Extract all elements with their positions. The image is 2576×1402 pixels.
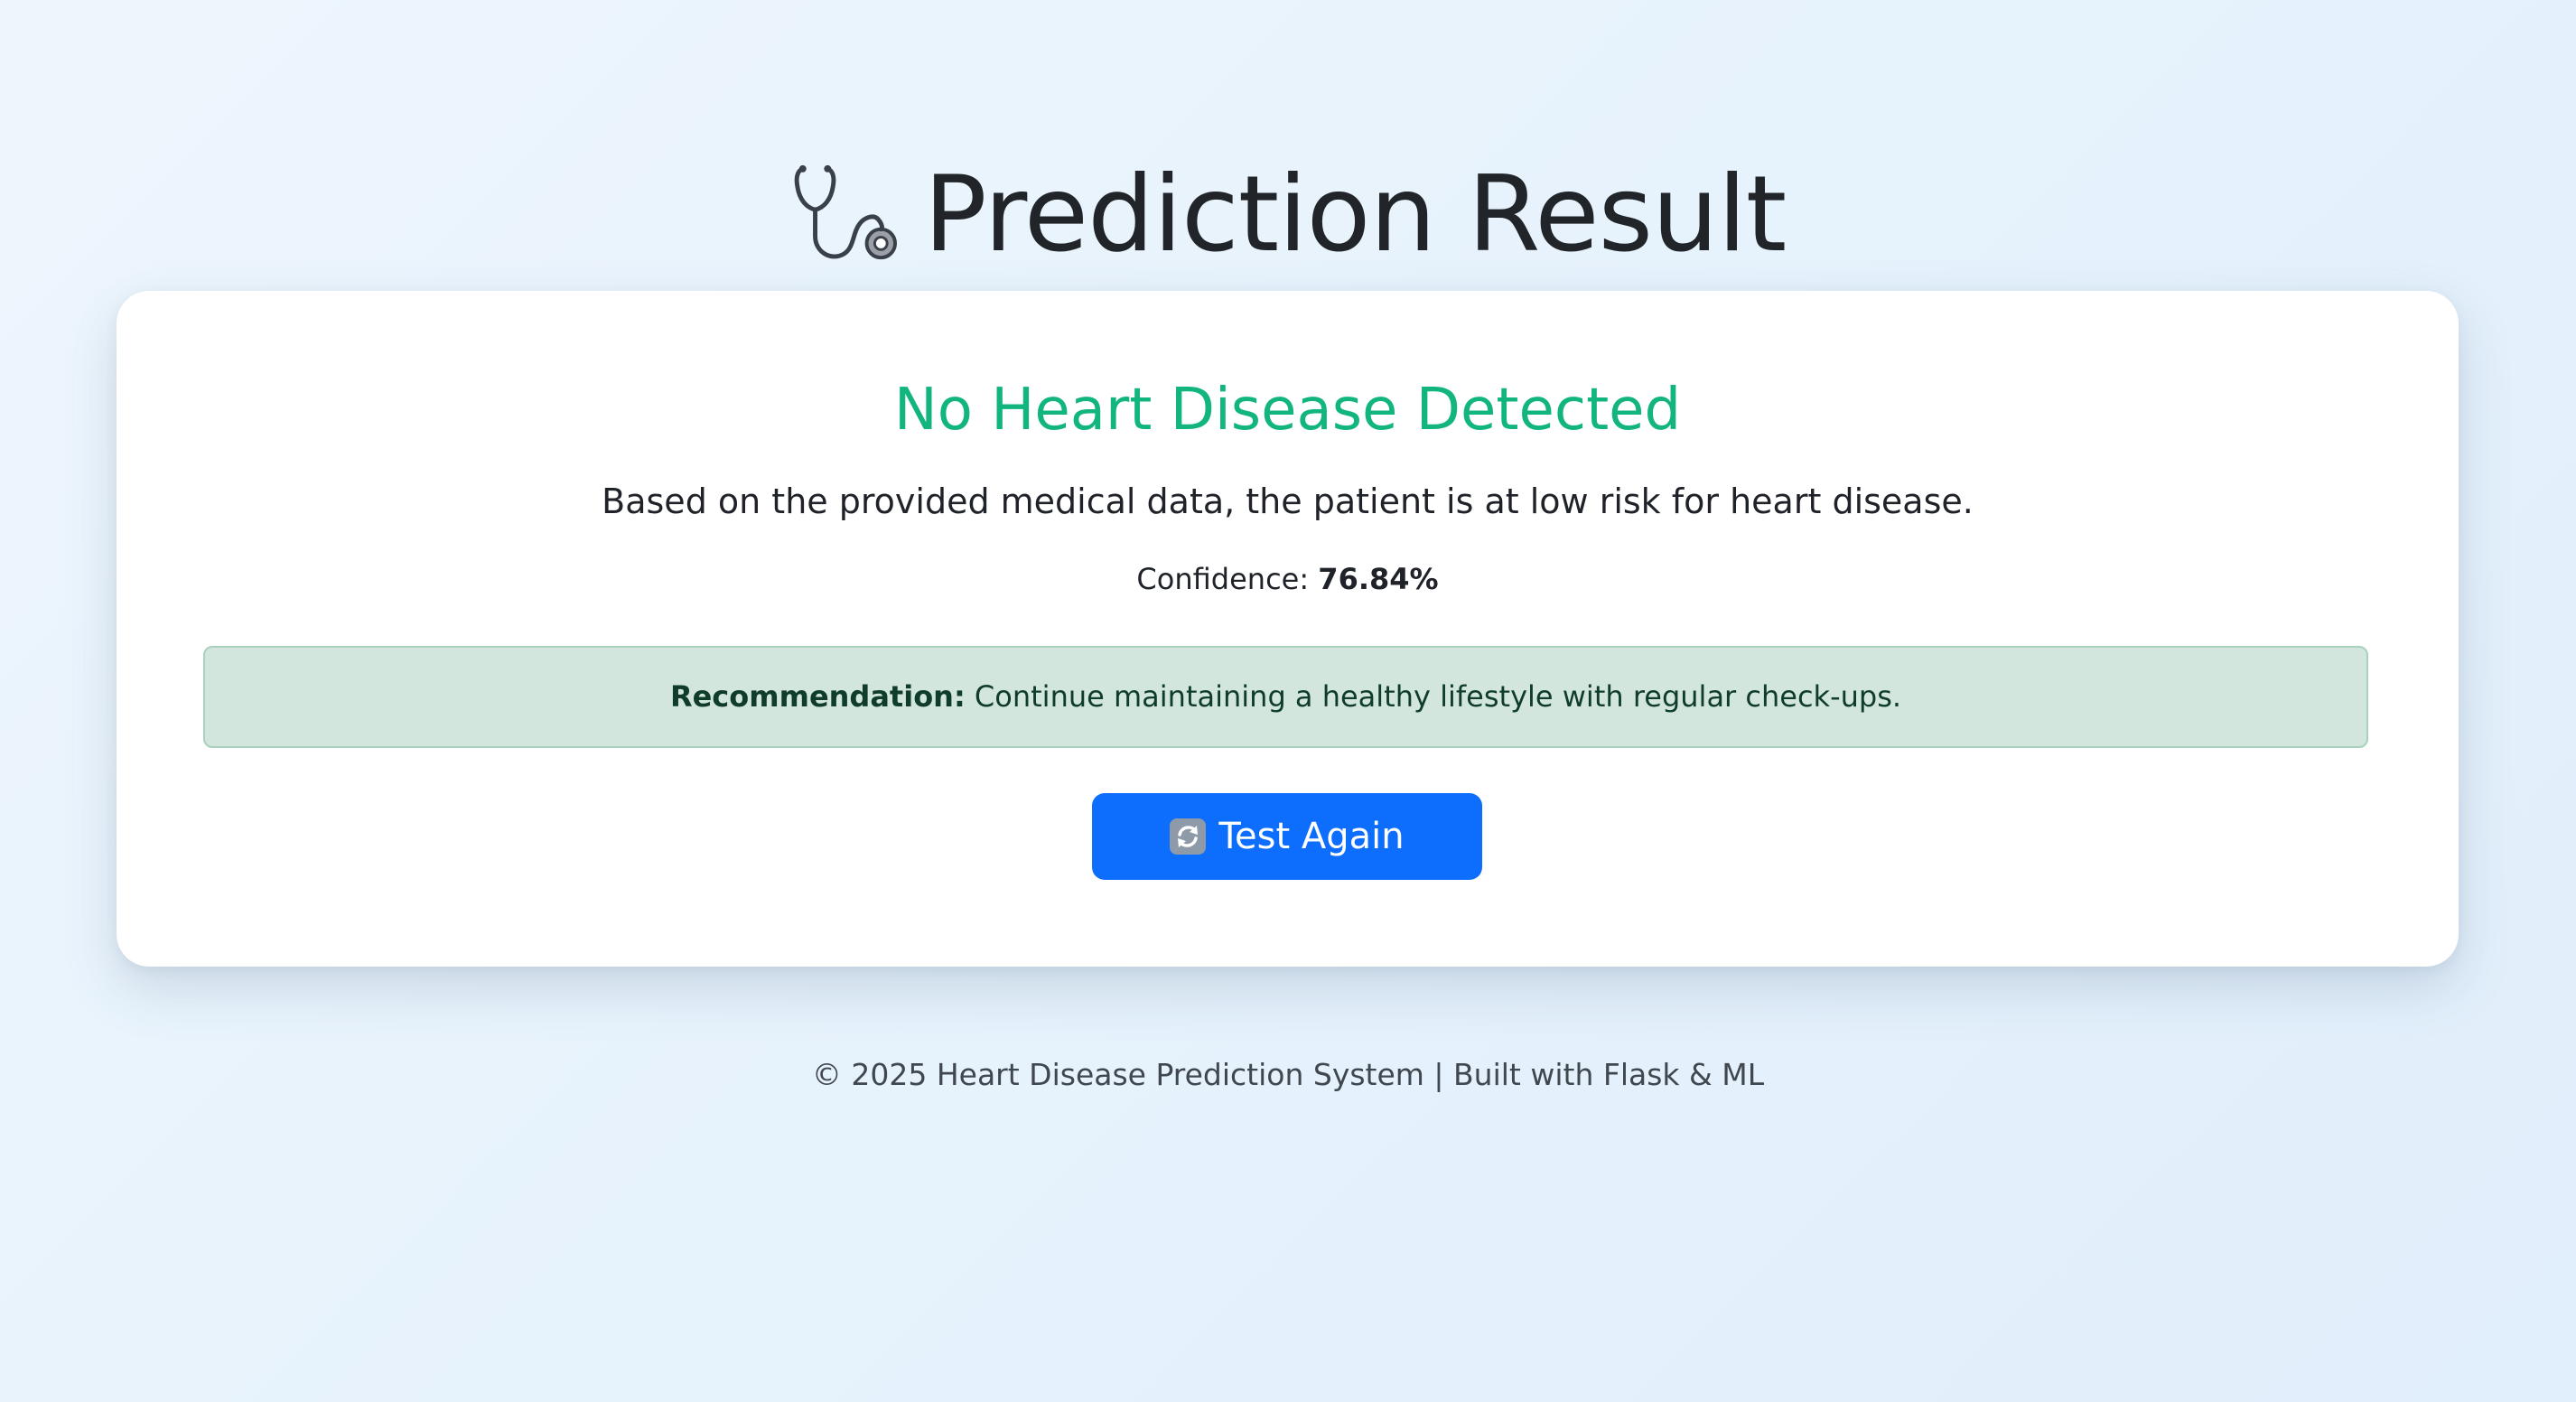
refresh-icon bbox=[1170, 799, 1207, 855]
recommendation-label: Recommendation: bbox=[669, 679, 966, 714]
confidence-line: Confidence: 76.84% bbox=[117, 560, 2459, 598]
footer: © 2025 Heart Disease Prediction System |… bbox=[811, 1057, 1765, 1092]
page-title: Prediction Result bbox=[0, 152, 2576, 278]
result-card: No Heart Disease Detected Based on the p… bbox=[117, 291, 2459, 967]
result-description: Based on the provided medical data, the … bbox=[602, 481, 1974, 521]
stethoscope-icon bbox=[790, 160, 897, 266]
test-again-label: Test Again bbox=[1218, 816, 1405, 857]
result-heading: No Heart Disease Detected bbox=[893, 377, 1682, 444]
recommendation-text: Continue maintaining a healthy lifestyle… bbox=[974, 679, 1902, 714]
confidence-value: 76.84% bbox=[1318, 562, 1439, 596]
test-again-button[interactable]: Test Again bbox=[1092, 793, 1482, 880]
recommendation-alert: Recommendation: Continue maintaining a h… bbox=[203, 646, 2368, 748]
page-title-text: Prediction Result bbox=[923, 153, 1787, 276]
confidence-label: Confidence: bbox=[1136, 562, 1310, 596]
